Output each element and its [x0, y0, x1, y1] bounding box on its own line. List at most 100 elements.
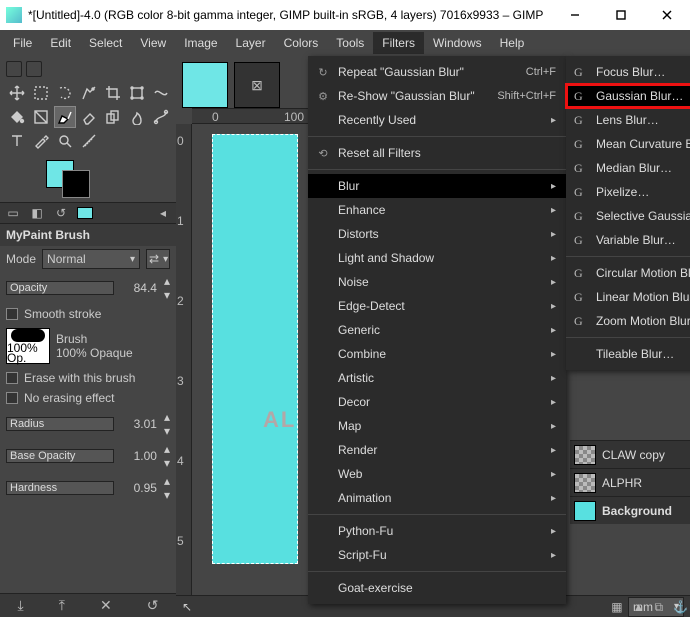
menu-artistic[interactable]: Artistic▸ [308, 366, 566, 390]
document-tab[interactable] [182, 62, 228, 108]
tool-fuzzy-select[interactable] [78, 82, 100, 104]
ruler-vertical[interactable]: 0 1 2 3 4 5 [176, 124, 192, 595]
menu-goat[interactable]: Goat-exercise [308, 576, 566, 600]
tool-path[interactable] [150, 106, 172, 128]
dock-menu-icon[interactable]: ◂ [154, 206, 172, 220]
baseop-slider[interactable]: Base Opacity [6, 449, 114, 463]
menu-web[interactable]: Web▸ [308, 462, 566, 486]
opacity-stepper[interactable]: ▴▾ [164, 274, 170, 302]
tool-mypaint-brush[interactable] [54, 106, 76, 128]
radius-slider[interactable]: Radius [6, 417, 114, 431]
mode-dropdown[interactable]: Normal [42, 249, 140, 269]
radius-value[interactable]: 3.01 [118, 417, 160, 431]
hardness-stepper[interactable]: ▴▾ [164, 474, 170, 502]
toolbox-config-icon[interactable] [6, 61, 22, 77]
menu-repeat[interactable]: ↻Repeat "Gaussian Blur"Ctrl+F [308, 60, 566, 84]
menu-select[interactable]: Select [80, 32, 131, 54]
opacity-value[interactable]: 84.4 [118, 281, 160, 295]
submenu-circular-motion-blur[interactable]: GCircular Motion Blur… [566, 261, 690, 285]
noerase-checkbox[interactable] [6, 392, 18, 404]
raise-layer-icon[interactable]: ▲ [633, 600, 645, 615]
submenu-median-blur[interactable]: GMedian Blur… [566, 156, 690, 180]
submenu-zoom-motion-blur[interactable]: GZoom Motion Blur… [566, 309, 690, 333]
layer-row[interactable]: ALPHR [570, 468, 690, 496]
baseop-stepper[interactable]: ▴▾ [164, 442, 170, 470]
anchor-layer-icon[interactable]: ⚓ [673, 600, 688, 615]
save-preset-icon[interactable]: ⤓ [18, 597, 24, 614]
menu-windows[interactable]: Windows [424, 32, 491, 54]
duplicate-layer-icon[interactable]: ⧉ [654, 600, 663, 615]
menu-image[interactable]: Image [175, 32, 226, 54]
submenu-lens-blur[interactable]: GLens Blur… [566, 108, 690, 132]
menu-light-shadow[interactable]: Light and Shadow▸ [308, 246, 566, 270]
hardness-value[interactable]: 0.95 [118, 481, 160, 495]
canvas[interactable]: AL [212, 134, 298, 564]
bg-color-swatch[interactable] [62, 170, 90, 198]
menu-colors[interactable]: Colors [275, 32, 328, 54]
layer-row[interactable]: CLAW copy [570, 440, 690, 468]
menu-edge-detect[interactable]: Edge-Detect▸ [308, 294, 566, 318]
menu-edit[interactable]: Edit [41, 32, 80, 54]
close-button[interactable] [644, 0, 690, 30]
menu-help[interactable]: Help [491, 32, 534, 54]
menu-file[interactable]: File [4, 32, 41, 54]
mode-switch-icon[interactable]: ⇄ [146, 249, 170, 269]
menu-blur[interactable]: Blur▸ [308, 174, 566, 198]
opacity-slider[interactable]: Opacity [6, 281, 114, 295]
submenu-focus-blur[interactable]: GFocus Blur… [566, 60, 690, 84]
submenu-pixelize[interactable]: GPixelize… [566, 180, 690, 204]
menu-reset[interactable]: ⟲Reset all Filters [308, 141, 566, 165]
menu-generic[interactable]: Generic▸ [308, 318, 566, 342]
menu-reshow[interactable]: ⚙Re-Show "Gaussian Blur"Shift+Ctrl+F [308, 84, 566, 108]
submenu-selective-gaussian[interactable]: GSelective Gaussian Blur… [566, 204, 690, 228]
reset-preset-icon[interactable]: ↺ [147, 597, 159, 614]
menu-animation[interactable]: Animation▸ [308, 486, 566, 510]
submenu-tileable-blur[interactable]: Tileable Blur… [566, 342, 690, 366]
tool-gradient[interactable] [30, 106, 52, 128]
erase-checkbox[interactable] [6, 372, 18, 384]
tab-image-icon[interactable] [76, 206, 94, 220]
tool-transform[interactable] [126, 82, 148, 104]
tool-picker[interactable] [30, 130, 52, 152]
smooth-stroke-checkbox[interactable] [6, 308, 18, 320]
submenu-gaussian-blur[interactable]: GGaussian Blur… [566, 84, 690, 108]
baseop-value[interactable]: 1.00 [118, 449, 160, 463]
menu-noise[interactable]: Noise▸ [308, 270, 566, 294]
tool-eraser[interactable] [78, 106, 100, 128]
tool-smudge[interactable] [126, 106, 148, 128]
document-tab-close-icon[interactable]: ⊠ [234, 62, 280, 108]
toolbox-config-icon[interactable] [26, 61, 42, 77]
menu-layer[interactable]: Layer [227, 32, 275, 54]
hardness-slider[interactable]: Hardness [6, 481, 114, 495]
tool-crop[interactable] [102, 82, 124, 104]
tab-tool-options-icon[interactable]: ▭ [4, 206, 22, 220]
submenu-variable-blur[interactable]: GVariable Blur… [566, 228, 690, 252]
brush-preview[interactable]: 100% Op. [6, 328, 50, 364]
tool-clone[interactable] [102, 106, 124, 128]
tool-bucket[interactable] [6, 106, 28, 128]
tab-history-icon[interactable]: ↺ [52, 206, 70, 220]
menu-distorts[interactable]: Distorts▸ [308, 222, 566, 246]
submenu-linear-motion-blur[interactable]: GLinear Motion Blur… [566, 285, 690, 309]
tab-device-icon[interactable]: ◧ [28, 206, 46, 220]
tool-text[interactable] [6, 130, 28, 152]
menu-enhance[interactable]: Enhance▸ [308, 198, 566, 222]
tool-rect-select[interactable] [30, 82, 52, 104]
radius-stepper[interactable]: ▴▾ [164, 410, 170, 438]
menu-view[interactable]: View [131, 32, 175, 54]
delete-preset-icon[interactable]: ✕ [100, 597, 112, 614]
menu-decor[interactable]: Decor▸ [308, 390, 566, 414]
tool-measure[interactable] [78, 130, 100, 152]
menu-filters[interactable]: Filters [373, 32, 424, 54]
restore-preset-icon[interactable]: ⤒ [59, 597, 65, 614]
maximize-button[interactable] [598, 0, 644, 30]
menu-tools[interactable]: Tools [327, 32, 373, 54]
submenu-mean-curvature-blur[interactable]: GMean Curvature Blur… [566, 132, 690, 156]
menu-render[interactable]: Render▸ [308, 438, 566, 462]
menu-script-fu[interactable]: Script-Fu▸ [308, 543, 566, 567]
tool-free-select[interactable] [54, 82, 76, 104]
menu-map[interactable]: Map▸ [308, 414, 566, 438]
layer-row[interactable]: Background [570, 496, 690, 524]
tool-warp[interactable] [150, 82, 172, 104]
new-layer-icon[interactable]: ▦ [611, 600, 622, 615]
